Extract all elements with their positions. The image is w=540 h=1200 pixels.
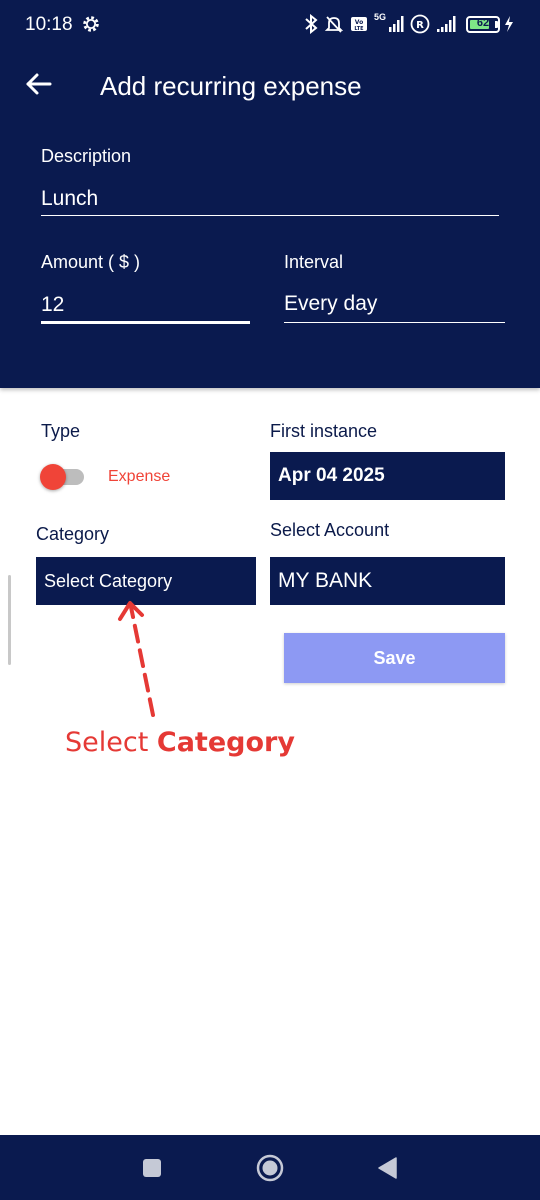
header-panel: 10:18 Vo LTE 5G R 62 Add recurring expen… [0, 0, 540, 388]
battery-level: 62 [476, 16, 490, 29]
status-bar: 10:18 Vo LTE 5G R 62 [0, 0, 540, 50]
gear-icon [83, 16, 99, 32]
type-toggle[interactable] [40, 464, 86, 490]
svg-text:Vo: Vo [355, 19, 363, 26]
description-field[interactable]: Lunch [41, 187, 98, 211]
annotation-text-bold: Category [156, 727, 295, 758]
interval-dropdown[interactable]: Every day [284, 292, 377, 316]
select-account-button[interactable]: MY BANK [270, 557, 505, 605]
svg-text:LTE: LTE [354, 26, 364, 32]
amount-label: Amount ( $ ) [41, 252, 141, 272]
select-account-label: Select Account [270, 520, 390, 540]
signal-icon [389, 16, 404, 32]
annotation-text-plain: Select [65, 727, 157, 758]
description-label: Description [41, 146, 132, 166]
annotation-label: Select Category [65, 727, 295, 758]
type-toggle-label: Expense [108, 468, 171, 485]
svg-text:R: R [416, 20, 424, 31]
app-bar: Add recurring expense [0, 55, 540, 115]
description-underline [41, 215, 499, 216]
annotation-arrow-icon [118, 601, 155, 717]
square-icon[interactable] [136, 1152, 168, 1184]
circle-icon[interactable] [254, 1152, 286, 1184]
category-label: Category [36, 524, 110, 544]
battery-icon: 62 [466, 15, 500, 33]
account-value: MY BANK [278, 569, 373, 592]
first-instance-date-button[interactable]: Apr 04 2025 [270, 452, 505, 500]
interval-label: Interval [284, 252, 344, 272]
amount-underline [41, 321, 250, 324]
arrow-left-icon[interactable] [22, 67, 56, 101]
signal-icon [437, 16, 456, 32]
status-time: 10:18 [25, 14, 73, 35]
amount-field[interactable]: 12 [41, 293, 64, 317]
first-instance-value: Apr 04 2025 [278, 465, 385, 486]
page-title: Add recurring expense [100, 71, 362, 101]
status-icons: Vo LTE 5G R 62 [304, 12, 514, 36]
triangle-back-icon[interactable] [372, 1152, 404, 1184]
interval-underline [284, 322, 505, 323]
charging-icon [505, 16, 513, 32]
save-button[interactable]: Save [284, 633, 505, 683]
type-label: Type [41, 421, 81, 441]
system-nav-bar [0, 1135, 540, 1200]
network-type: 5G [373, 12, 386, 22]
registered-icon: R [410, 14, 430, 34]
save-label: Save [373, 647, 416, 668]
bell-off-icon [324, 16, 344, 33]
volte-icon: Vo LTE [350, 17, 367, 32]
bluetooth-icon [305, 14, 318, 34]
first-instance-label: First instance [270, 421, 378, 441]
category-value: Select Category [44, 570, 173, 591]
toggle-thumb [40, 464, 66, 490]
scroll-indicator [8, 575, 11, 665]
